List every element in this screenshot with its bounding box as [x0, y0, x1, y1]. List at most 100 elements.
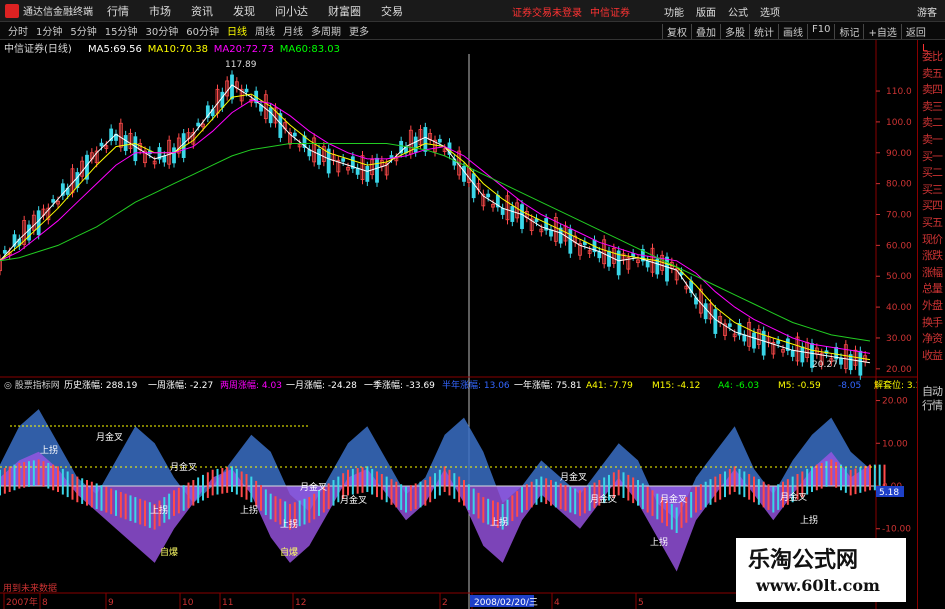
stock-title: 中信证券(日线) [4, 42, 72, 55]
period-tab-1[interactable]: 1分钟 [36, 23, 62, 38]
period-tab-8[interactable]: 月线 [283, 23, 303, 38]
price-tick-label: 80.00 [886, 180, 912, 190]
indicator-item-9: M5: -0.59 [778, 381, 821, 391]
tool-button-4[interactable]: 画线 [778, 24, 807, 39]
ma-legend: MA5:69.56 MA10:70.38 MA20:72.73 MA60:83.03 [88, 44, 340, 55]
candle-body [665, 256, 669, 282]
indicator-tick-label: -10.00 [882, 525, 911, 535]
candle-body [36, 210, 41, 236]
tool-button-0[interactable]: 复权 [662, 24, 691, 39]
candle-body [317, 148, 321, 165]
candle-body [268, 107, 273, 124]
period-tab-5[interactable]: 60分钟 [186, 23, 219, 38]
candle-body [196, 122, 201, 127]
quote-field-4: 卖二 [922, 116, 943, 130]
candle-body [51, 199, 56, 203]
price-pane [0, 70, 871, 380]
quote-field-5: 卖一 [922, 133, 943, 146]
period-tab-2[interactable]: 5分钟 [70, 23, 96, 38]
quote-field-15: 外盘 [922, 299, 943, 312]
tool-button-5[interactable]: F10 [807, 24, 834, 39]
menu-item-4[interactable]: 问小达 [275, 3, 308, 19]
candle-body [607, 250, 611, 267]
watermark-url: www.60lt.com [756, 576, 880, 595]
period-tab-3[interactable]: 15分钟 [105, 23, 138, 38]
tool-button-1[interactable]: 叠加 [691, 24, 720, 39]
candle-body [375, 157, 379, 183]
indicator-tick-label: 10.00 [882, 439, 908, 449]
annotation-2: 月金叉 [170, 461, 197, 473]
menu-item-2[interactable]: 资讯 [191, 3, 213, 19]
candle-body [123, 135, 128, 151]
indicator-item-10: -8.05 [838, 381, 861, 391]
tool-button-7[interactable]: +自选 [863, 24, 900, 39]
date-label: 10 [182, 598, 194, 608]
menu-item-5[interactable]: 财富圈 [328, 3, 361, 19]
indicator-item-5: 一年涨幅: 75.81 [514, 379, 582, 391]
candle-body [244, 88, 249, 93]
period-tab-6[interactable]: 日线 [227, 23, 247, 38]
candle-body [99, 142, 104, 147]
annotation-12: 月金叉 [660, 493, 687, 505]
price-axis: 110.0 100.0 90.00 80.00 70.00 60.00 50.00 40.00… [876, 87, 912, 375]
candle-body [790, 349, 795, 357]
quote-field-17: 净资 [922, 332, 943, 346]
candle-body [423, 127, 428, 152]
quote-field-11: 现价 [922, 232, 943, 246]
system-menu-item-1[interactable]: 版面 [696, 4, 716, 19]
annotation-4: 月金叉 [340, 494, 367, 506]
tool-button-3[interactable]: 统计 [749, 24, 778, 39]
system-menu-item-2[interactable]: 公式 [728, 4, 748, 19]
period-tab-0[interactable]: 分时 [8, 23, 28, 38]
annotation-10: 月金叉 [560, 471, 587, 483]
menu-item-1[interactable]: 市场 [149, 3, 171, 19]
app-name: 通达信金融终端 [23, 7, 93, 18]
system-menu-item-3[interactable]: 选项 [760, 4, 780, 19]
ma-legend-1: MA10:70.38 [148, 44, 208, 55]
candle-body [172, 147, 176, 164]
period-toolbar: 分时 1分钟 5分钟 15分钟 30分钟 60分钟 日线 周线 月线 多周期 更多 复权 叠加 多股 统计… [0, 22, 945, 40]
ma-legend-0: MA5:69.56 [88, 44, 142, 55]
period-tab-7[interactable]: 周线 [255, 23, 275, 38]
menu-item-0[interactable]: 行情 [107, 3, 129, 19]
price-tick-label: 70.00 [886, 211, 912, 221]
period-tab-10[interactable]: 更多 [349, 23, 369, 38]
system-menu-item-0[interactable]: 功能 [664, 4, 684, 19]
quote-field-16: 换手 [922, 315, 943, 329]
auto-quote-0[interactable]: 自动 [920, 385, 944, 398]
menu-item-3[interactable]: 发现 [233, 3, 255, 19]
indicator-item-3: 一季涨幅: -33.69 [364, 379, 435, 391]
quote-panel: L 委比 卖五 卖四 卖三 卖二 卖一 买一 买二 买三 买四 买五 现价 涨跌 涨幅 总量 外盘 换手 净资 收益… [917, 40, 945, 609]
guest-login[interactable]: 游客 [917, 4, 937, 19]
indicator-item-4: 半年涨幅: 13.06 [442, 379, 510, 391]
candle-body [292, 132, 297, 137]
quote-field-2: 卖四 [922, 83, 943, 97]
date-label: 2007年 [6, 596, 38, 608]
trade-status[interactable]: 证券交易未登录 [512, 4, 582, 19]
kline-chart[interactable]: 110.0 100.0 90.00 80.00 70.00 60.00 50.00 40.00… [0, 40, 917, 609]
quote-field-10: 买五 [922, 216, 943, 229]
date-label: 2008/02/20/三 [474, 598, 538, 608]
title-bar: 通达信金融终端 行情 市场 资讯 发现 问小达 财富圈 交易 证券交易未登录 中信证券 功能… [0, 0, 945, 22]
tool-button-2[interactable]: 多股 [720, 24, 749, 39]
candle-body [752, 332, 756, 349]
indicator-item-11: 解套位: 3.15 [874, 379, 917, 391]
date-label: 2 [442, 598, 448, 608]
quote-field-12: 涨跌 [922, 249, 943, 263]
chart-tools: 复权 叠加 多股 统计 画线 F10 标记 +自选 返回 [662, 24, 930, 39]
period-tab-9[interactable]: 多周期 [311, 23, 341, 38]
annotation-13: 月金叉 [780, 491, 807, 503]
indicator-item-2: 一月涨幅: -24.28 [286, 379, 357, 391]
future-data-note: 用到未来数据 [3, 582, 57, 594]
broker-name[interactable]: 中信证券 [590, 4, 630, 19]
candle-body [500, 207, 505, 215]
price-tick-label: 60.00 [886, 241, 912, 251]
candle-body [355, 167, 360, 175]
auto-quote-1[interactable]: 行情 [920, 399, 944, 412]
quote-field-3: 卖三 [922, 99, 943, 113]
price-tick-label: 100.0 [886, 118, 912, 128]
period-tab-4[interactable]: 30分钟 [145, 23, 178, 38]
tool-button-8[interactable]: 返回 [900, 24, 930, 39]
menu-item-6[interactable]: 交易 [381, 3, 403, 19]
tool-button-6[interactable]: 标记 [834, 24, 863, 39]
